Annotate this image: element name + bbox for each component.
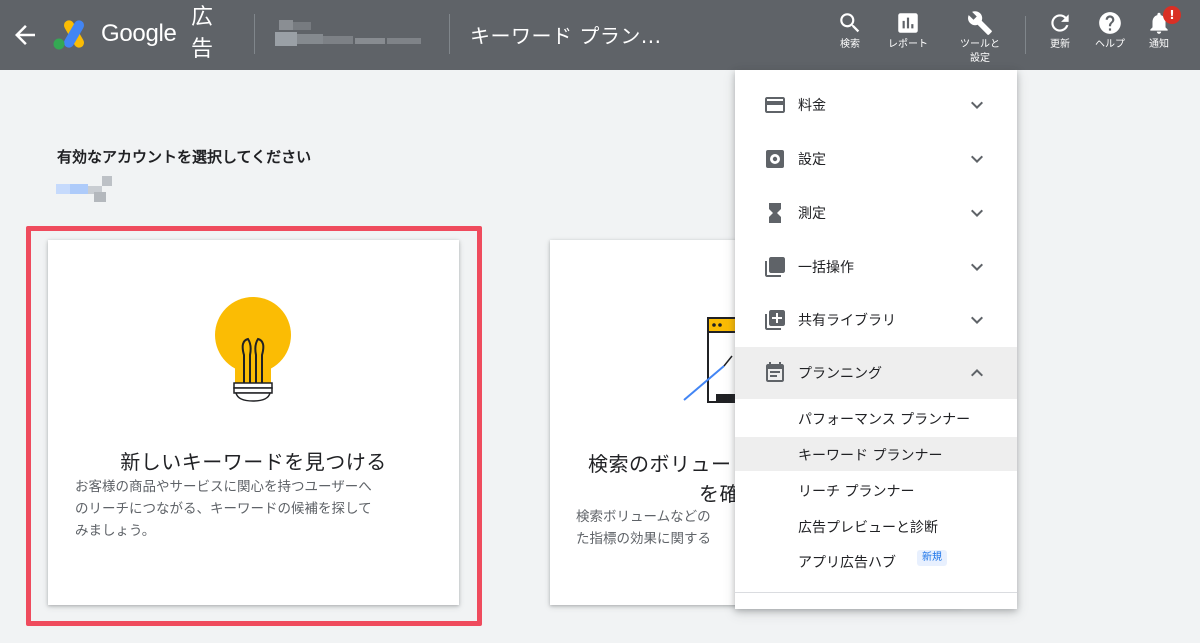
menu-subitem-label: アプリ広告ハブ [798, 555, 896, 571]
wrench-icon [968, 11, 992, 35]
account-name-blurred[interactable] [275, 18, 423, 52]
lightbulb-icon [215, 297, 291, 402]
page-heading: 有効なアカウントを選択してください [57, 148, 312, 166]
tools-settings-menu: 料金 設定 測定 一括操作 共有ライブラリ プランニング パフォーマンス プラン… [735, 70, 1017, 609]
card-title: 新しいキーワードを見つける [120, 450, 387, 474]
menu-subitem-app-ads-hub[interactable]: アプリ広告ハブ 新規 [735, 544, 1017, 578]
breadcrumb[interactable]: キーワード プラン... [470, 20, 661, 49]
help-icon [1099, 12, 1121, 34]
chevron-up-icon [971, 369, 983, 377]
menu-item-billing[interactable]: 料金 [735, 79, 1017, 131]
top-bar: Google 広告 キーワード プラン... 検索 レポート ツールと設定 更新… [0, 0, 1200, 70]
menu-subitem-label: 広告プレビューと診断 [798, 520, 938, 536]
menu-divider [735, 592, 1017, 593]
new-badge: 新規 [917, 550, 947, 566]
chevron-down-icon [971, 101, 983, 109]
back-arrow-icon[interactable] [10, 20, 40, 50]
calendar-icon [766, 362, 784, 382]
chart-window-icon [683, 317, 739, 403]
card-description: 検索ボリュームなどの た指標の効果に関する [576, 506, 746, 550]
library-icon [765, 310, 785, 330]
menu-item-measurement[interactable]: 測定 [735, 187, 1017, 239]
menu-subitem-ad-preview-diagnosis[interactable]: 広告プレビューと診断 [735, 509, 1017, 543]
search-icon [840, 13, 860, 33]
settings-icon [766, 150, 784, 168]
chevron-down-icon [971, 209, 983, 217]
refresh-icon [1051, 14, 1069, 32]
search-label: 検索 [840, 39, 860, 50]
google-ads-logo-icon[interactable] [52, 18, 92, 50]
menu-item-label: 共有ライブラリ [798, 313, 896, 329]
menu-subitem-keyword-planner[interactable]: キーワード プランナー [735, 437, 1017, 471]
menu-subitem-label: キーワード プランナー [798, 448, 943, 464]
notification-badge: ! [1163, 6, 1181, 24]
tools-settings-button[interactable]: ツールと設定 [950, 10, 1010, 66]
account-id-blurred [56, 176, 120, 202]
copy-icon [765, 257, 785, 277]
menu-item-label: 測定 [798, 206, 826, 222]
menu-item-label: 一括操作 [798, 260, 854, 276]
notifications-button[interactable]: ! 通知 [1129, 6, 1189, 52]
divider [449, 14, 450, 54]
menu-subitem-reach-planner[interactable]: リーチ プランナー [735, 473, 1017, 507]
card-description-line: みましょう。 [75, 523, 156, 539]
divider [1025, 16, 1026, 54]
brand-sub: 広告 [191, 5, 214, 62]
card-description-line: お客様の商品やサービスに関心を持つユーザーへ [75, 479, 372, 495]
menu-item-setup[interactable]: 設定 [735, 133, 1017, 185]
brand-name: Google [101, 20, 177, 47]
search-button[interactable]: 検索 [820, 10, 880, 52]
hourglass-icon [769, 203, 781, 223]
find-new-keywords-card[interactable]: 新しいキーワードを見つける お客様の商品やサービスに関心を持つユーザーへ のリー… [48, 240, 459, 605]
menu-item-planning[interactable]: プランニング [735, 347, 1017, 399]
card-description-line: のリーチにつながる、キーワードの候補を探して [75, 501, 372, 517]
reports-label: レポート [888, 39, 928, 50]
card-description-line: 検索ボリュームなどの [576, 509, 711, 525]
menu-subitem-label: リーチ プランナー [798, 484, 915, 500]
tools-settings-label: ツールと設定 [960, 39, 1000, 64]
menu-subitem-label: パフォーマンス プランナー [798, 412, 971, 428]
menu-item-label: プランニング [798, 366, 882, 382]
menu-item-shared-library[interactable]: 共有ライブラリ [735, 294, 1017, 346]
reports-button[interactable]: レポート [878, 10, 938, 52]
card-description-line: た指標の効果に関する [576, 531, 711, 547]
menu-item-bulk-actions[interactable]: 一括操作 [735, 241, 1017, 293]
menu-subitem-performance-planner[interactable]: パフォーマンス プランナー [735, 401, 1017, 435]
notifications-label: 通知 [1149, 39, 1169, 50]
chevron-down-icon [971, 263, 983, 271]
divider [254, 14, 255, 54]
menu-item-label: 設定 [798, 152, 826, 168]
chevron-down-icon [971, 155, 983, 163]
chevron-down-icon [971, 316, 983, 324]
card-description: お客様の商品やサービスに関心を持つユーザーへ のリーチにつながる、キーワードの候… [75, 476, 435, 542]
credit-card-icon [765, 97, 785, 113]
menu-item-label: 料金 [798, 98, 826, 114]
bar-chart-icon [898, 13, 918, 33]
